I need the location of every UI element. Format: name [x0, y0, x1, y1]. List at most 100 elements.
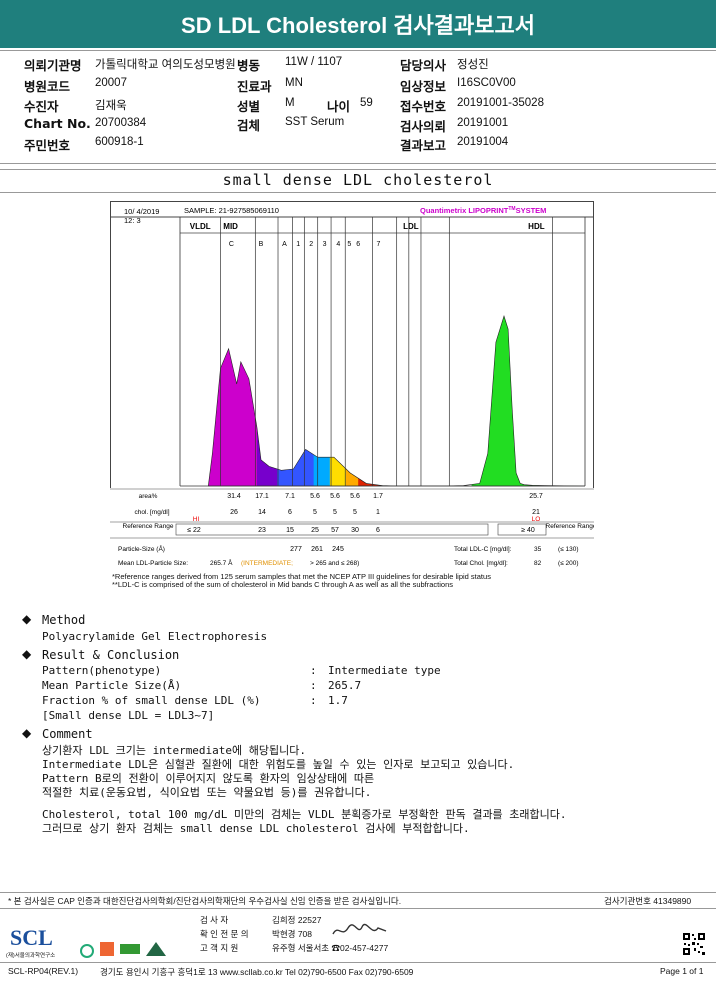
staff-role: 확 인 전 문 의 [200, 929, 249, 939]
chol-value: 26 [230, 509, 238, 516]
mean-size-class: (INTERMEDIATE; [241, 560, 293, 567]
dept-value: MN [285, 77, 303, 89]
scl-logo-text: SCL [10, 925, 53, 950]
request-label: 검사의뢰 [400, 119, 447, 134]
total-ldl-label: Total LDL-C [mg/dl]: [454, 546, 512, 553]
examinee-value: 김재욱 [95, 100, 127, 112]
result-fraction-colon: : [310, 694, 317, 707]
area-value: 31.4 [227, 493, 241, 500]
reference-value: 15 [286, 527, 294, 534]
result-pattern-colon: : [310, 664, 317, 677]
report-date-value: 20191004 [457, 136, 509, 148]
hdl-reference-value: ≥ 40 [521, 527, 535, 534]
report-title: SD LDL Cholesterol 검사결과보고서 [0, 0, 716, 48]
comment-bullet-icon: ◆ [22, 726, 32, 740]
accreditation-mark-icon [100, 942, 114, 956]
total-ldl-reference: (≤ 130) [558, 546, 579, 553]
comment-line: 그러므로 상기 환자 검체는 small dense LDL cholester… [42, 822, 470, 835]
chol-value: 14 [258, 509, 266, 516]
chol-value: 1 [376, 509, 380, 516]
reference-value: ≤ 22 [187, 527, 201, 534]
id-label: 주민번호 [24, 138, 71, 153]
reference-range-right-label: Reference Range [546, 523, 594, 530]
ward-value: 11W / 1107 [285, 56, 343, 68]
hospital-code-label: 병원코드 [24, 79, 71, 94]
dept-label: 진료과 [237, 79, 272, 94]
subband-label: 5 [347, 241, 351, 248]
total-ldl-value: 35 [534, 546, 542, 553]
result-fraction-label: Fraction % of small dense LDL (%) [42, 694, 261, 707]
area-value: 25.7 [529, 493, 543, 500]
sex-value: M [285, 97, 295, 109]
chol-value: 5 [333, 509, 337, 516]
mean-size-range: > 265 and ≤ 268) [310, 560, 359, 567]
institution-label: 의뢰기관명 [24, 58, 82, 73]
area-value: 7.1 [285, 493, 295, 500]
comment-line: 적절한 치료(운동요법, 식이요법 또는 약물요법 등)를 권유합니다. [42, 786, 372, 799]
section-divider-bottom [0, 192, 716, 193]
doctor-value: 정성진 [457, 59, 489, 71]
particle-size-value: 261 [311, 546, 323, 553]
subband-label: C [229, 241, 234, 248]
request-value: 20191001 [457, 117, 509, 129]
chol-value: 21 [532, 509, 540, 516]
result-size-label: Mean Particle Size(Å) [42, 679, 182, 692]
staff-name: 유주형 서울서초 ☎02-457-4277 [272, 943, 389, 953]
specimen-label: 검체 [237, 118, 261, 133]
signature-icon [332, 923, 387, 935]
comment-heading: Comment [42, 727, 93, 741]
section-divider-top [0, 169, 716, 170]
chol-value: 6 [288, 509, 292, 516]
reference-value: 6 [376, 527, 380, 534]
chart-sample: SAMPLE: 21-927585069110 [184, 206, 279, 215]
area-value: 5.6 [310, 493, 320, 500]
particle-size-value: 277 [290, 546, 302, 553]
footer-divider-mid [0, 908, 716, 909]
scl-logo: SCL [10, 925, 53, 951]
method-heading: Method [42, 613, 86, 627]
report-date-label: 결과보고 [400, 138, 447, 153]
staff-name: 박현경 708 [272, 929, 313, 939]
footer-disclaimer: * 본 검사실은 CAP 인증과 대한진단검사의학회/진단검사의학재단의 우수검… [8, 896, 402, 906]
chart-brand-suffix: SYSTEM [516, 206, 547, 215]
result-pattern-value: Intermediate type [328, 664, 441, 677]
mean-size-label: Mean LDL-Particle Size: [118, 560, 188, 567]
area-label: area% [139, 493, 158, 500]
chart-brand: Quantimetrix LIPOPRINTTMSYSTEM [420, 206, 546, 215]
subband-label: A [282, 241, 287, 248]
band-label: VLDL [190, 222, 211, 231]
area-value: 17.1 [255, 493, 269, 500]
reference-value: 57 [331, 527, 339, 534]
receipt-value: 20191001-35028 [457, 97, 544, 109]
cap-accreditation-icon [80, 944, 94, 958]
page-number: Page 1 of 1 [660, 966, 704, 976]
result-size-colon: : [310, 679, 317, 692]
mean-size-value: 265.7 Å [210, 558, 233, 567]
subband-label: 1 [296, 241, 300, 248]
staff-role: 검 사 자 [200, 915, 229, 925]
chart-date: 10/ 4/2019 [124, 207, 159, 216]
reference-value: 23 [258, 527, 266, 534]
hospital-code-value: 20007 [95, 77, 127, 89]
footer-divider-top [0, 892, 716, 893]
chart-no-label: Chart No. [24, 116, 91, 131]
specimen-value: SST Serum [285, 116, 345, 128]
chart-brand-name: Quantimetrix LIPOPRINT [420, 206, 509, 215]
footer-address: 경기도 용인시 기흥구 흥덕1로 13 www.scllab.co.kr Tel… [100, 967, 414, 977]
ward-label: 병동 [237, 58, 261, 73]
staff-role: 고 객 지 원 [200, 943, 239, 953]
clinical-label: 임상정보 [400, 79, 447, 94]
qr-code-icon [682, 932, 706, 956]
lab-mark-icon [146, 942, 166, 956]
total-chol-label: Total Chol. [mg/dl]: [454, 560, 508, 567]
lipoprint-chart: 10/ 4/2019 12: 3 SAMPLE: 21-927585069110… [110, 201, 594, 573]
particle-size-label: Particle-Size (Å) [118, 544, 165, 553]
subband-label: 6 [356, 241, 360, 248]
id-value: 600918-1 [95, 136, 144, 148]
form-number: SCL-RP04(REV.1) [8, 966, 79, 976]
result-pattern-label: Pattern(phenotype) [42, 664, 162, 677]
footer-cert-number: 검사기관번호 41349890 [604, 896, 692, 906]
chart-brand-tm: TM [508, 206, 515, 212]
kslm-logo-icon [120, 944, 140, 954]
age-label: 나이 [327, 99, 351, 114]
